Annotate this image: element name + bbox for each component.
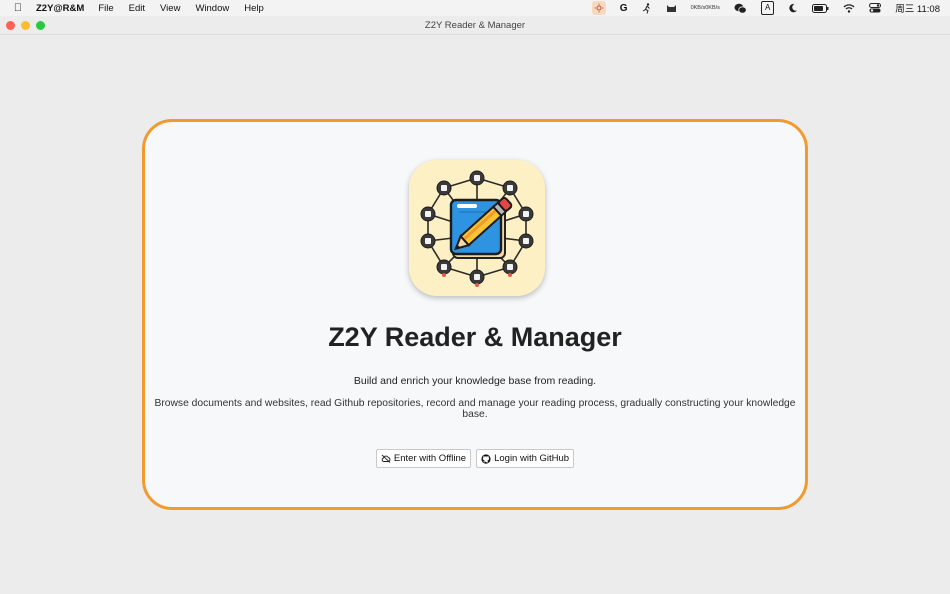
title-bar[interactable]: Z2Y Reader & Manager	[0, 16, 950, 35]
menu-view[interactable]: View	[160, 3, 180, 14]
control-center-icon[interactable]	[869, 1, 882, 15]
apple-logo-icon[interactable]: 	[0, 2, 36, 14]
grammarly-icon[interactable]: G	[620, 1, 628, 15]
status-area: G 0KB/s 0KB/s A 周三 11:08	[591, 0, 940, 16]
battery-icon[interactable]	[812, 1, 829, 15]
wifi-icon[interactable]	[843, 1, 855, 15]
menu-edit[interactable]: Edit	[129, 3, 145, 14]
welcome-description: Browse documents and websites, read Gith…	[154, 398, 796, 420]
welcome-card: Z2Y Reader & Manager Build and enrich yo…	[142, 119, 808, 510]
sun-status-icon[interactable]	[591, 1, 606, 15]
running-figure-icon[interactable]	[642, 1, 652, 15]
wechat-icon[interactable]	[734, 1, 747, 15]
cloud-off-icon	[381, 454, 391, 463]
menu-bar:  Z2Y@R&M File Edit View Window Help G 0…	[0, 0, 950, 16]
input-method-indicator[interactable]: A	[760, 1, 775, 15]
network-speed[interactable]: 0KB/s 0KB/s	[691, 1, 720, 15]
menu-help[interactable]: Help	[244, 3, 264, 14]
notebook-pencil-network-icon	[420, 170, 534, 287]
github-icon	[481, 453, 491, 464]
welcome-title: Z2Y Reader & Manager	[328, 322, 622, 352]
menu-window[interactable]: Window	[195, 3, 229, 14]
net-up-value: 0KB/s	[690, 5, 706, 11]
menu-app-name[interactable]: Z2Y@R&M	[36, 3, 84, 14]
net-down-value: 0KB/s	[705, 5, 720, 11]
enter-offline-label: Enter with Offline	[393, 453, 467, 464]
app-window: Z2Y Reader & Manager Z2Y Reader & Manage…	[0, 16, 950, 594]
welcome-tagline: Build and enrich your knowledge base fro…	[353, 375, 597, 387]
login-github-label: Login with GitHub	[494, 453, 570, 464]
app-logo	[409, 160, 545, 296]
enter-offline-button[interactable]: Enter with Offline	[375, 449, 472, 468]
clock[interactable]: 周三 11:08	[895, 1, 940, 15]
login-github-button[interactable]: Login with GitHub	[476, 449, 575, 468]
moon-icon[interactable]	[788, 1, 798, 15]
window-title: Z2Y Reader & Manager	[424, 20, 526, 31]
login-actions: Enter with Offline Login with GitHub	[145, 449, 805, 468]
cat-icon[interactable]	[666, 1, 677, 15]
menu-file[interactable]: File	[98, 3, 113, 14]
